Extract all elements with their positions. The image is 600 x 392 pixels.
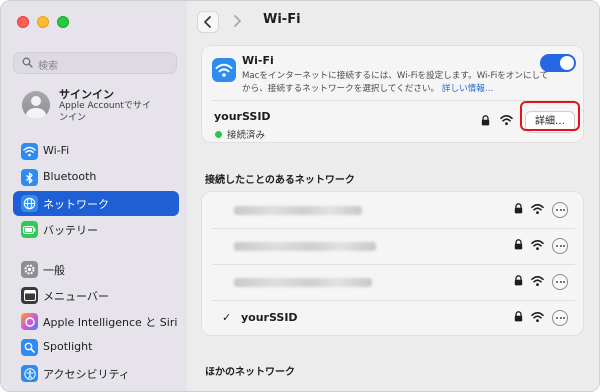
other-networks-title: ほかのネットワーク — [205, 367, 295, 378]
wifi-signal-icon — [531, 276, 544, 286]
lock-icon — [481, 115, 490, 126]
minimize-window-button[interactable] — [37, 16, 49, 28]
sidebar: 検索 サインイン Apple Accountでサインイン Wi-Fi Bluet… — [1, 1, 187, 391]
wifi-signal-icon — [531, 312, 544, 322]
sidebar-item-network[interactable]: ネットワーク — [13, 191, 179, 216]
sidebar-item-label: Wi-Fi — [43, 144, 70, 157]
settings-window: 検索 サインイン Apple Accountでサインイン Wi-Fi Bluet… — [0, 0, 600, 392]
sidebar-item-spotlight[interactable]: Spotlight — [13, 335, 179, 360]
redacted-network-name — [234, 278, 372, 287]
sidebar-item-label: Apple Intelligence と Siri — [43, 316, 178, 329]
wifi-toggle[interactable] — [540, 54, 576, 72]
bluetooth-icon — [21, 169, 38, 186]
sign-in-account[interactable]: サインイン Apple Accountでサインイン — [22, 88, 182, 131]
accessibility-icon — [21, 365, 38, 382]
wifi-title: Wi-Fi — [242, 54, 274, 67]
sidebar-item-label: Bluetooth — [43, 170, 97, 183]
more-options-button[interactable] — [552, 202, 568, 218]
toggle-knob — [560, 56, 574, 70]
wifi-signal-icon — [531, 204, 544, 214]
lock-icon — [514, 239, 523, 250]
more-options-button[interactable] — [552, 274, 568, 290]
zoom-window-button[interactable] — [57, 16, 69, 28]
sidebar-item-label: メニューバー — [43, 290, 109, 303]
spotlight-icon — [21, 339, 38, 356]
sidebar-item-menubar[interactable]: メニューバー — [13, 283, 179, 308]
sidebar-item-battery[interactable]: バッテリー — [13, 217, 179, 242]
main-pane: Wi-Fi Wi-Fi Macをインターネットに接続するには、Wi-Fiを設定し… — [187, 1, 599, 391]
page-title: Wi-Fi — [263, 12, 301, 27]
sidebar-item-general[interactable]: 一般 — [13, 257, 179, 282]
lock-icon — [514, 311, 523, 322]
connection-status: 接続済み — [227, 130, 266, 141]
lock-icon — [514, 203, 523, 214]
back-button[interactable] — [197, 11, 219, 33]
battery-icon — [21, 221, 38, 238]
redacted-network-name — [234, 242, 376, 251]
sidebar-item-wifi[interactable]: Wi-Fi — [13, 139, 179, 164]
sidebar-item-siri[interactable]: Apple Intelligence と Siri — [13, 309, 179, 334]
gear-icon — [21, 261, 38, 278]
wifi-description-text: Macをインターネットに接続するには、Wi-Fiを設定します。Wi-Fiをオンに… — [242, 71, 549, 94]
account-subtitle: Apple Accountでサインイン — [59, 101, 151, 123]
sidebar-item-label: 一般 — [43, 264, 65, 277]
sidebar-item-bluetooth[interactable]: Bluetooth — [13, 165, 179, 190]
search-icon — [22, 57, 33, 68]
details-button[interactable]: 詳細… — [525, 111, 575, 133]
sidebar-item-accessibility[interactable]: アクセシビリティ — [13, 361, 179, 386]
globe-icon — [21, 195, 38, 212]
divider — [212, 100, 575, 101]
search-input[interactable]: 検索 — [13, 52, 177, 74]
known-networks-title: 接続したことのあるネットワーク — [205, 175, 355, 186]
sidebar-item-label: バッテリー — [43, 224, 98, 237]
wifi-card: Wi-Fi Macをインターネットに接続するには、Wi-Fiを設定します。Wi-… — [201, 45, 584, 143]
lock-icon — [514, 275, 523, 286]
list-item[interactable] — [202, 264, 585, 301]
list-item[interactable] — [202, 228, 585, 265]
avatar — [22, 91, 50, 119]
more-options-button[interactable] — [552, 238, 568, 254]
wifi-icon — [21, 143, 38, 160]
forward-button[interactable] — [227, 11, 249, 33]
redacted-network-name — [234, 206, 362, 215]
wifi-signal-icon — [500, 115, 513, 125]
known-networks-list: ✓ yourSSID — [201, 191, 584, 336]
wifi-icon — [212, 58, 236, 82]
menubar-icon — [21, 287, 38, 304]
siri-icon — [21, 313, 38, 330]
list-item[interactable]: ✓ yourSSID — [202, 300, 585, 337]
chevron-left-icon — [204, 16, 211, 28]
sidebar-item-label: ネットワーク — [43, 198, 109, 211]
current-ssid: yourSSID — [214, 110, 271, 123]
checkmark-icon: ✓ — [222, 311, 232, 324]
search-placeholder: 検索 — [38, 61, 58, 72]
sidebar-item-label: アクセシビリティ — [43, 368, 130, 381]
connected-status-dot — [215, 131, 222, 138]
wifi-signal-icon — [531, 240, 544, 250]
more-options-button[interactable] — [552, 310, 568, 326]
close-window-button[interactable] — [17, 16, 29, 28]
list-item[interactable] — [202, 192, 585, 229]
learn-more-link[interactable]: 詳しい情報… — [442, 84, 494, 94]
chevron-right-icon — [234, 15, 241, 27]
sidebar-item-label: Spotlight — [43, 340, 93, 353]
network-name: yourSSID — [241, 311, 298, 324]
toolbar: Wi-Fi — [187, 1, 599, 41]
wifi-description: Macをインターネットに接続するには、Wi-Fiを設定します。Wi-Fiをオンに… — [242, 70, 552, 96]
